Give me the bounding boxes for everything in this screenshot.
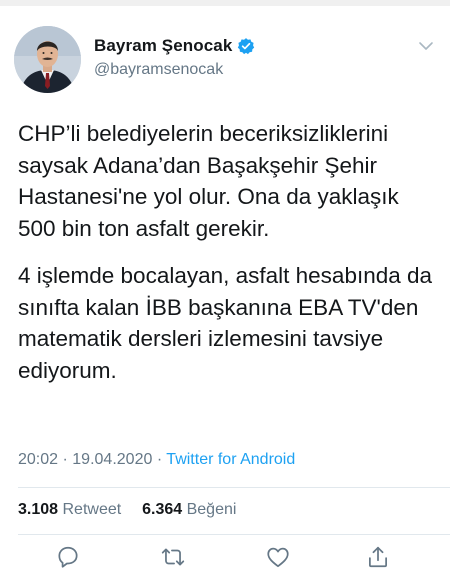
top-strip xyxy=(0,0,450,6)
tweet-header: Bayram Şenocak @bayramsenocak xyxy=(14,26,436,96)
tweet-text: CHP’li belediyelerin beceriksizliklerini… xyxy=(18,118,438,386)
like-label: Beğeni xyxy=(186,501,237,518)
verified-badge-icon xyxy=(237,37,255,55)
retweet-count: 3.108 xyxy=(18,501,59,518)
like-stat[interactable]: 6.364 Beğeni xyxy=(142,501,236,518)
retweet-label: Retweet xyxy=(62,501,122,518)
avatar-photo-icon xyxy=(14,26,81,93)
tweet-time[interactable]: 20:02 xyxy=(18,451,58,468)
tweet-source-link[interactable]: Twitter for Android xyxy=(166,451,295,468)
retweet-stat[interactable]: 3.108 Retweet xyxy=(18,501,126,518)
tweet-paragraph: CHP’li belediyelerin beceriksizliklerini… xyxy=(18,121,399,241)
display-name-row: Bayram Şenocak xyxy=(94,34,255,58)
reply-icon[interactable] xyxy=(55,544,81,570)
author-display-name[interactable]: Bayram Şenocak xyxy=(94,36,232,56)
tweet-date[interactable]: 19.04.2020 xyxy=(72,451,152,468)
tweet-paragraph: 4 işlemde bocalayan, asfalt hesabında da… xyxy=(18,263,433,383)
retweet-icon[interactable] xyxy=(160,544,186,570)
chevron-down-icon[interactable] xyxy=(418,38,434,54)
divider xyxy=(18,534,450,535)
share-icon[interactable] xyxy=(365,544,391,570)
divider xyxy=(18,487,450,488)
meta-separator: · xyxy=(156,451,163,468)
author-names: Bayram Şenocak @bayramsenocak xyxy=(94,34,255,79)
author-handle[interactable]: @bayramsenocak xyxy=(94,61,255,79)
meta-separator: · xyxy=(62,451,68,468)
tweet-actions xyxy=(0,544,450,574)
tweet-meta: 20:02 · 19.04.2020 · Twitter for Android xyxy=(18,451,295,469)
like-count: 6.364 xyxy=(142,501,183,518)
tweet-stats: 3.108 Retweet 6.364 Beğeni xyxy=(18,501,236,519)
like-icon[interactable] xyxy=(265,544,291,570)
avatar[interactable] xyxy=(14,26,81,93)
